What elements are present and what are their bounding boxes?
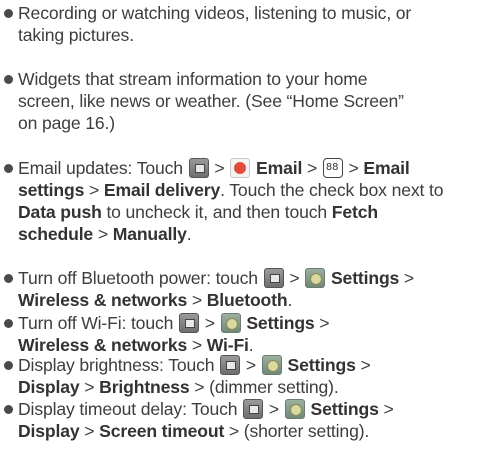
text-run: > [284, 268, 305, 288]
bold-term: Settings [287, 355, 356, 375]
settings-icon [261, 355, 282, 375]
menu-icon [178, 313, 199, 333]
list-item-line: Email updates: Touch > Email > > Email [18, 157, 410, 179]
list-item-line: Turn off Bluetooth power: touch > Settin… [18, 267, 414, 289]
bold-term: Email [363, 158, 410, 178]
bold-term: Display [18, 421, 80, 441]
text-run: . [186, 224, 192, 244]
menu-icon [263, 268, 284, 288]
email-app-icon [230, 158, 251, 178]
bullet-icon [4, 9, 13, 18]
text-run: > [399, 268, 415, 288]
text-run: Turn off Bluetooth power: touch [18, 268, 263, 288]
menu-icon [220, 355, 241, 375]
list-item-line: Data push to uncheck it, and then touch … [18, 201, 378, 223]
bold-term: Screen timeout [99, 421, 225, 441]
menu-icon [243, 399, 264, 419]
text-run: > [199, 313, 220, 333]
bold-term: Wi-Fi [206, 335, 249, 355]
text-run: screen, like news or weather. (See “Home… [18, 91, 404, 111]
bold-term: Bluetooth [206, 290, 288, 310]
bold-term: Settings [330, 268, 400, 288]
list-item-line: settings > Email delivery. Touch the che… [18, 179, 443, 201]
text-run: on page 16.) [18, 113, 116, 133]
bold-term: Manually [112, 224, 187, 244]
text-run: to uncheck it, and then touch [101, 202, 332, 222]
bold-term: schedule [18, 224, 94, 244]
text-run: Display timeout delay: Touch [18, 399, 243, 419]
text-run: > [241, 355, 261, 375]
text-run: Turn off Wi-Fi: touch [18, 313, 178, 333]
text-run: > [264, 399, 284, 419]
list-item-line: screen, like news or weather. (See “Home… [18, 90, 404, 112]
text-run: > [187, 290, 207, 310]
text-run: > (shorter setting). [224, 421, 370, 441]
text-run: > [93, 224, 113, 244]
list-item-line: Turn off Wi-Fi: touch > Settings > [18, 312, 330, 334]
bold-term: Email [256, 158, 303, 178]
text-run: > [343, 158, 364, 178]
list-item-line: Widgets that stream information to your … [18, 68, 367, 90]
options-icon [322, 158, 343, 178]
bold-term: Data push [18, 202, 102, 222]
bullet-icon [4, 274, 13, 283]
list-item-line: schedule > Manually. [18, 223, 192, 245]
text-run: Recording or watching videos, listening … [18, 3, 412, 23]
menu-icon [188, 158, 209, 178]
text-run: > [355, 355, 371, 375]
list-item-line: Wireless & networks > Wi-Fi. [18, 334, 254, 356]
list-item-line: taking pictures. [18, 24, 134, 46]
bold-term: Settings [310, 399, 379, 419]
text-run: > [187, 335, 207, 355]
list-item-line: Recording or watching videos, listening … [18, 2, 411, 24]
bullet-icon [4, 361, 13, 370]
text-run: . [248, 335, 254, 355]
bold-term: Fetch [331, 202, 378, 222]
list-item-line: on page 16.) [18, 112, 115, 134]
bold-term: Display [18, 377, 80, 397]
text-run: Display brightness: Touch [18, 355, 220, 375]
text-run: . Touch the check box next to [220, 180, 444, 200]
bold-term: Email delivery [103, 180, 221, 200]
text-run: > [79, 421, 100, 441]
text-run: > [209, 158, 230, 178]
list-item-line: Display > Brightness > (dimmer setting). [18, 376, 339, 398]
bullet-icon [4, 75, 13, 84]
bold-term: Wireless & networks [18, 290, 188, 310]
text-run: > [314, 313, 330, 333]
text-run: Widgets that stream information to your … [18, 69, 368, 89]
text-run: Email updates: Touch [18, 158, 188, 178]
text-run: > (dimmer setting). [189, 377, 339, 397]
list-item-line: Display timeout delay: Touch > Settings … [18, 398, 394, 420]
text-run: > [79, 377, 100, 397]
text-run: > [302, 158, 322, 178]
settings-icon [220, 313, 241, 333]
bold-term: settings [18, 180, 85, 200]
bullet-icon [4, 405, 13, 414]
bold-term: Brightness [99, 377, 190, 397]
list-item-line: Display > Screen timeout > (shorter sett… [18, 420, 369, 442]
text-run: > [84, 180, 104, 200]
text-run: . [287, 290, 293, 310]
text-run: taking pictures. [18, 25, 134, 45]
bullet-icon [4, 164, 13, 173]
settings-icon [284, 399, 305, 419]
bold-term: Wireless & networks [18, 335, 188, 355]
bullet-icon [4, 319, 13, 328]
bold-term: Settings [246, 313, 315, 333]
settings-icon [305, 268, 326, 288]
list-item-line: Wireless & networks > Bluetooth. [18, 289, 292, 311]
list-item-line: Display brightness: Touch > Settings > [18, 354, 371, 376]
text-run: > [378, 399, 394, 419]
